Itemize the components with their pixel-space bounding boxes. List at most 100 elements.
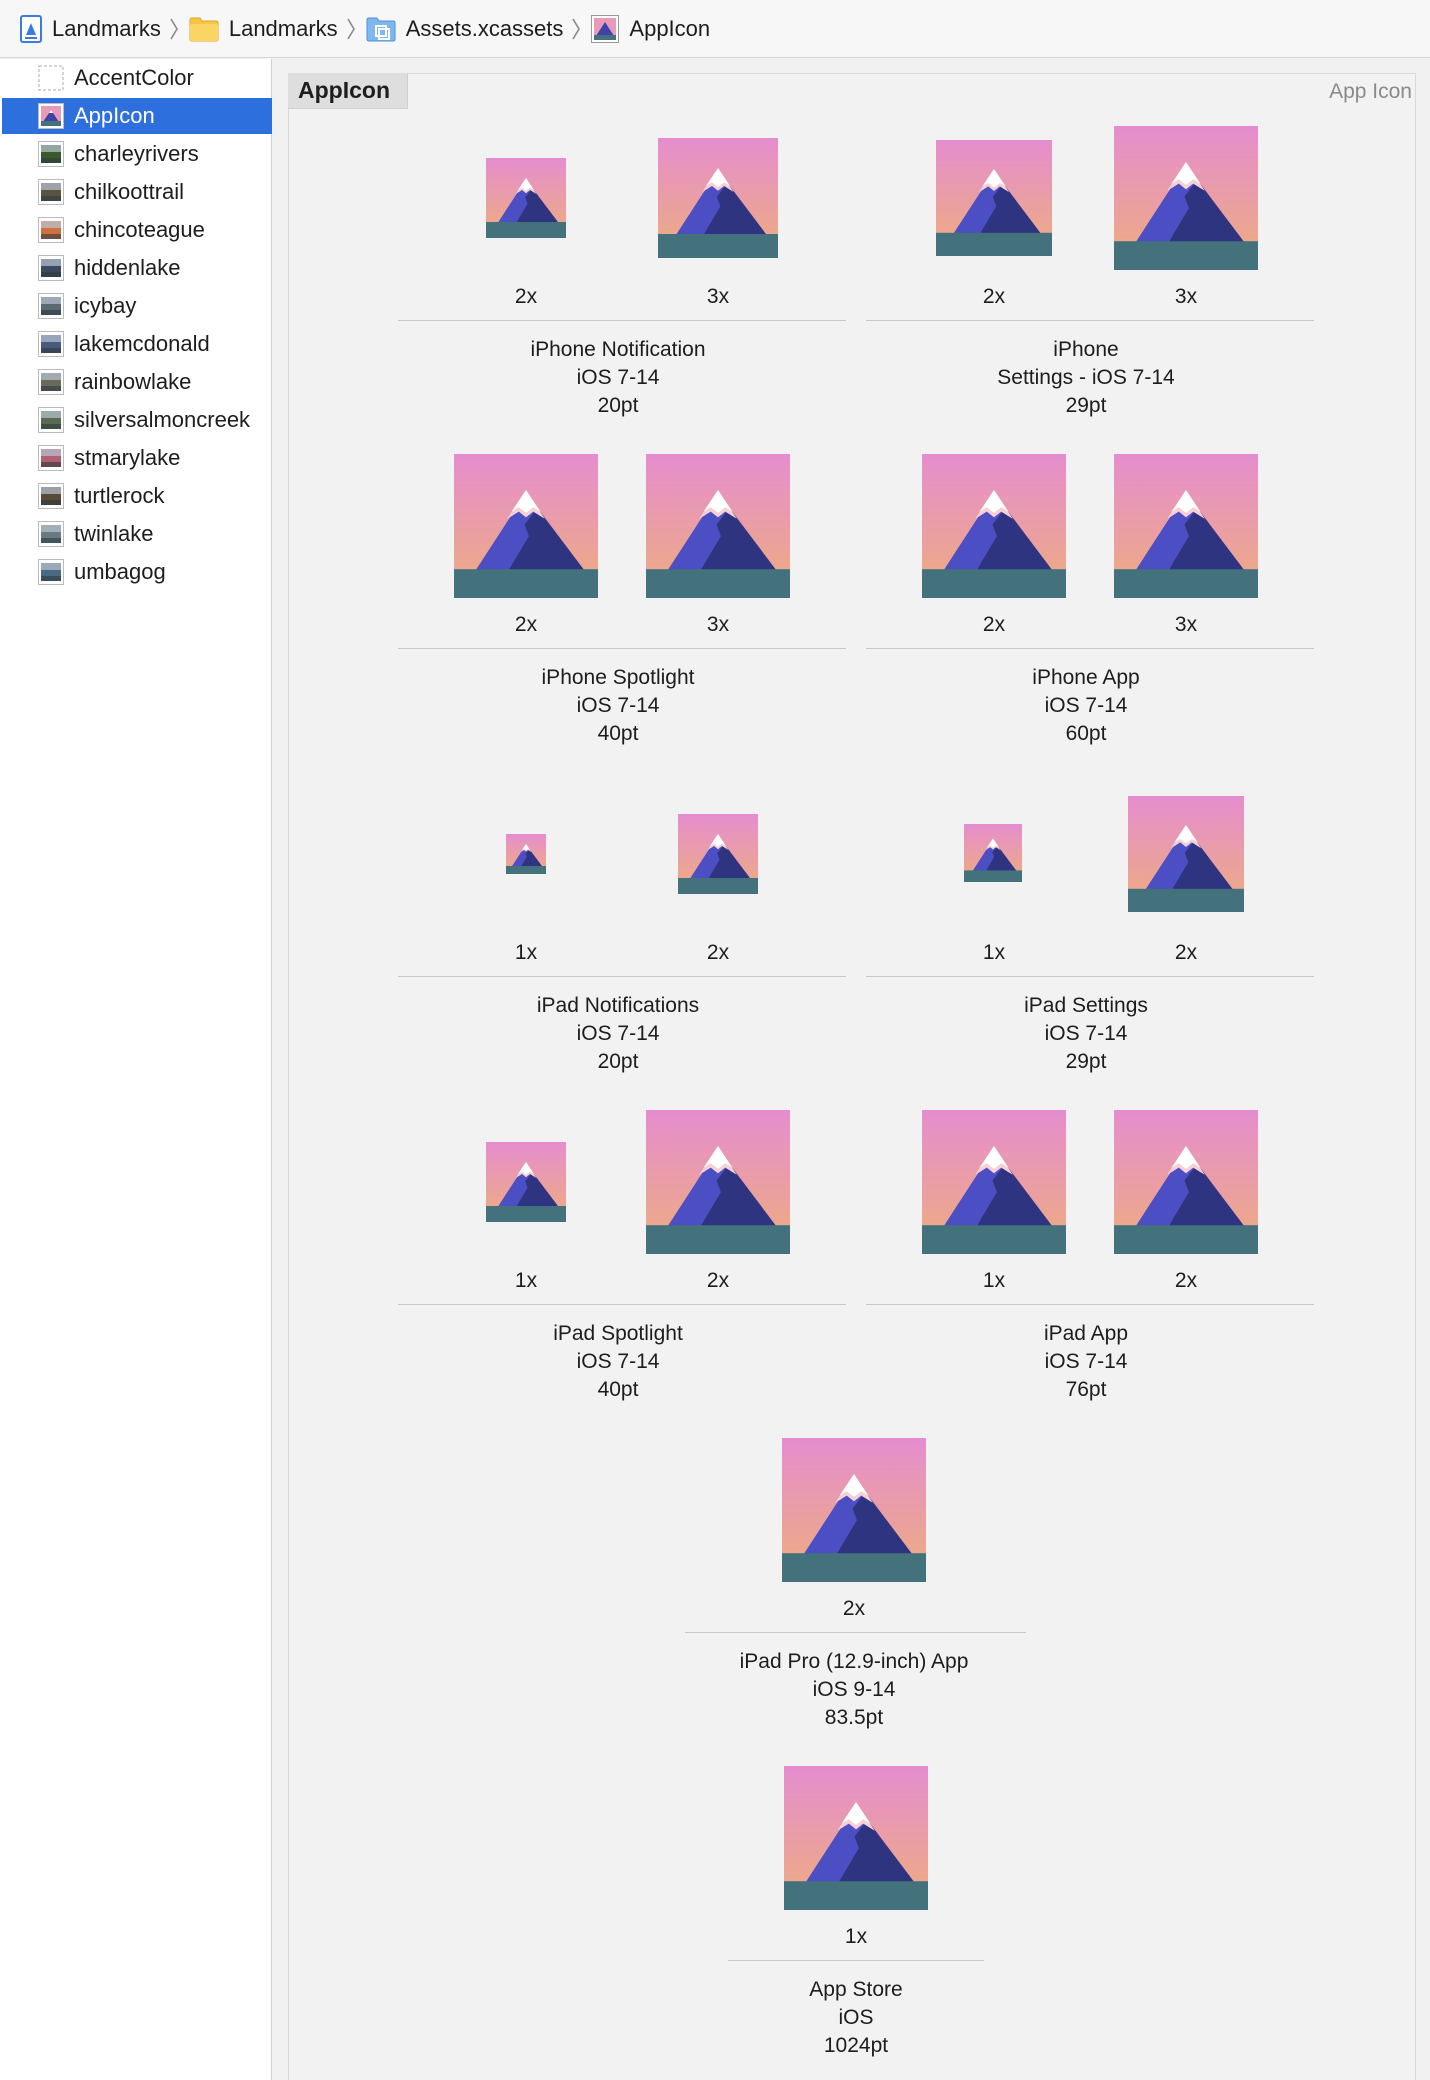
- asset-list-sidebar: AccentColor AppIcon charleyrivers chilkoott…: [0, 59, 272, 2080]
- icon-group-os: iOS 7-14: [1044, 694, 1128, 717]
- icon-group-size: 29pt: [1065, 1050, 1107, 1073]
- sidebar-item-umbagog[interactable]: umbagog: [2, 554, 272, 590]
- icon-group-label: iPhone App iOS 7-14 60pt: [866, 664, 1306, 748]
- app-icon-image-well[interactable]: [922, 1110, 1066, 1254]
- sidebar-item-icybay[interactable]: icybay: [2, 288, 272, 324]
- sidebar-item-rainbowlake[interactable]: rainbowlake: [2, 364, 272, 400]
- app-icon-artwork: [1128, 796, 1244, 912]
- sidebar-item-label: chincoteague: [74, 217, 205, 242]
- app-icon-artwork: [646, 1110, 790, 1254]
- app-icon-image-well[interactable]: [646, 1110, 790, 1254]
- scale-label: 3x: [706, 613, 730, 636]
- image-thumbnail-icon: [38, 483, 64, 509]
- sidebar-item-label: twinlake: [74, 521, 154, 546]
- sidebar-item-chilkoottrail[interactable]: chilkoottrail: [2, 174, 272, 210]
- sidebar-item-label: charleyrivers: [74, 141, 199, 166]
- group-divider: [866, 320, 1314, 321]
- sidebar-item-label: silversalmoncreek: [74, 407, 251, 432]
- sidebar-item-label: umbagog: [74, 559, 166, 584]
- breadcrumb-label: Assets.xcassets: [405, 15, 564, 41]
- icon-group-title: iPad Notifications: [536, 994, 700, 1017]
- app-icon-artwork: [1114, 1110, 1258, 1254]
- sidebar-item-label: hiddenlake: [74, 255, 181, 280]
- icon-group-os: iOS: [838, 2006, 874, 2029]
- image-thumbnail-icon: [38, 369, 64, 395]
- breadcrumb-label: AppIcon: [629, 15, 711, 41]
- appicon-thumbnail-icon: [38, 103, 64, 129]
- group-divider: [866, 976, 1314, 977]
- app-icon-image-well[interactable]: [1114, 126, 1258, 270]
- scale-label: 1x: [982, 1269, 1006, 1292]
- image-thumbnail-icon: [38, 141, 64, 167]
- app-icon-artwork: [486, 158, 566, 238]
- image-thumbnail-icon: [38, 331, 64, 357]
- breadcrumb-item-folder[interactable]: Landmarks: [189, 16, 338, 42]
- icon-group-os: iOS 7-14: [1044, 1350, 1128, 1373]
- sidebar-item-chincoteague[interactable]: chincoteague: [2, 212, 272, 248]
- icon-group-size: 40pt: [597, 1378, 639, 1401]
- app-icon-image-well[interactable]: [1114, 1110, 1258, 1254]
- app-icon-artwork: [922, 1110, 1066, 1254]
- scale-label: 1x: [982, 941, 1006, 964]
- app-icon-image-well[interactable]: [454, 454, 598, 598]
- app-icon-artwork: [506, 834, 546, 874]
- app-icon-image-well[interactable]: [486, 1142, 566, 1222]
- chevron-right-icon: [571, 18, 581, 40]
- scale-label: 3x: [1174, 285, 1198, 308]
- sidebar-item-appicon[interactable]: AppIcon: [2, 98, 272, 134]
- icon-group-title: App Store: [809, 1978, 903, 2001]
- icon-group-size: 76pt: [1065, 1378, 1107, 1401]
- app-icon-image-well[interactable]: [506, 834, 546, 874]
- color-set-icon: [38, 65, 64, 91]
- sidebar-item-label: AppIcon: [74, 103, 155, 128]
- group-divider: [398, 976, 846, 977]
- breadcrumb-item-project[interactable]: Landmarks: [20, 14, 161, 43]
- app-icon-image-well[interactable]: [782, 1438, 926, 1582]
- icon-group-os: iOS 7-14: [1044, 1022, 1128, 1045]
- group-divider: [398, 320, 846, 321]
- icon-group-os: iOS 7-14: [576, 1350, 660, 1373]
- image-thumbnail-icon: [38, 521, 64, 547]
- sidebar-item-twinlake[interactable]: twinlake: [2, 516, 272, 552]
- sidebar-item-lakemcdonald[interactable]: lakemcdonald: [2, 326, 272, 362]
- scale-label: 2x: [982, 613, 1006, 636]
- sidebar-item-turtlerock[interactable]: turtlerock: [2, 478, 272, 514]
- appicon-thumbnail-icon: [591, 14, 620, 43]
- app-icon-image-well[interactable]: [922, 454, 1066, 598]
- breadcrumb-item-appicon[interactable]: AppIcon: [591, 14, 711, 43]
- asset-name-tab[interactable]: AppIcon: [288, 73, 408, 109]
- sidebar-item-label: icybay: [74, 293, 137, 318]
- icon-group-label: iPad Notifications iOS 7-14 20pt: [398, 992, 838, 1076]
- asset-type-label: App Icon: [1329, 80, 1412, 103]
- group-divider: [866, 1304, 1314, 1305]
- asset-catalog-icon: [366, 17, 396, 41]
- app-icon-image-well[interactable]: [678, 814, 758, 894]
- app-icon-image-well[interactable]: [784, 1766, 928, 1910]
- app-icon-image-well[interactable]: [964, 824, 1022, 882]
- group-divider: [398, 1304, 846, 1305]
- sidebar-item-label: AccentColor: [74, 65, 194, 90]
- app-icon-image-well[interactable]: [936, 140, 1052, 256]
- app-icon-image-well[interactable]: [1114, 454, 1258, 598]
- app-icon-image-well[interactable]: [658, 138, 778, 258]
- scale-label: 2x: [706, 1269, 730, 1292]
- breadcrumb-item-asset-catalog[interactable]: Assets.xcassets: [366, 15, 564, 42]
- app-icon-image-well[interactable]: [646, 454, 790, 598]
- icon-group-size: 20pt: [597, 394, 639, 417]
- sidebar-item-hiddenlake[interactable]: hiddenlake: [2, 250, 272, 286]
- app-icon-image-well[interactable]: [486, 158, 566, 238]
- chevron-right-icon: [346, 18, 356, 40]
- sidebar-item-stmarylake[interactable]: stmarylake: [2, 440, 272, 476]
- app-icon-image-well[interactable]: [1128, 796, 1244, 912]
- scale-label: 2x: [1174, 941, 1198, 964]
- swift-project-icon: [20, 14, 42, 43]
- scale-label: 2x: [1174, 1269, 1198, 1292]
- app-icon-artwork: [658, 138, 778, 258]
- sidebar-item-silversalmoncreek[interactable]: silversalmoncreek: [2, 402, 272, 438]
- scale-label: 2x: [514, 613, 538, 636]
- image-thumbnail-icon: [38, 217, 64, 243]
- sidebar-item-charleyrivers[interactable]: charleyrivers: [2, 136, 272, 172]
- sidebar-item-accentcolor[interactable]: AccentColor: [2, 60, 272, 96]
- breadcrumb: Landmarks Landmarks Assets.xcassets AppI…: [0, 0, 1430, 58]
- folder-icon: [189, 17, 219, 41]
